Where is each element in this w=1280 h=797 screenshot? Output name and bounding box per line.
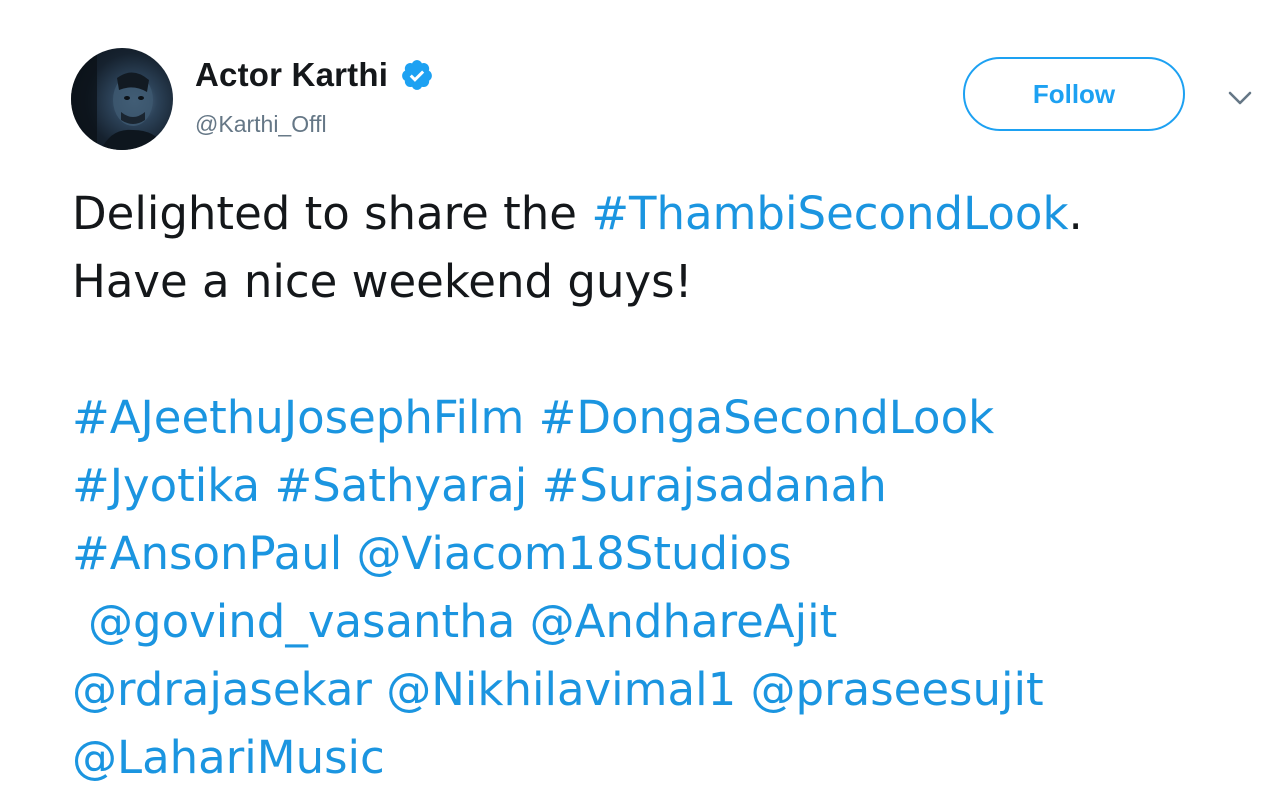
follow-button[interactable]: Follow [963,57,1185,131]
tweet-line: @govind_vasantha @AndhareAjit [72,588,1262,656]
hashtag-link[interactable]: #AJeethuJosephFilm [72,391,524,444]
tweet-card: Actor Karthi @Karthi_Offl Follow Delight… [0,0,1280,797]
mention-link[interactable]: @praseesujit [751,663,1044,716]
avatar[interactable] [71,48,173,150]
tweet-text-segment: . [1068,187,1083,240]
tweet-text-segment: Delighted to share the [72,187,592,240]
author-display-name[interactable]: Actor Karthi [195,56,388,94]
mention-link[interactable]: @rdrajasekar [72,663,372,716]
author-handle[interactable]: @Karthi_Offl [195,111,327,138]
tweet-line: Delighted to share the #ThambiSecondLook… [72,180,1262,248]
tweet-line: #AnsonPaul @Viacom18Studios [72,520,1262,588]
tweet-text: Delighted to share the #ThambiSecondLook… [72,180,1262,792]
verified-badge-icon [402,60,432,90]
hashtag-link[interactable]: #Surajsadanah [542,459,887,512]
chevron-down-icon[interactable] [1226,88,1254,108]
tweet-line: @rdrajasekar @Nikhilavimal1 @praseesujit [72,656,1262,724]
mention-link[interactable]: @govind_vasantha [88,595,515,648]
hashtag-link[interactable]: #Jyotika [72,459,260,512]
mention-link[interactable]: @AndhareAjit [530,595,838,648]
hashtag-link[interactable]: #Sathyaraj [274,459,527,512]
author-name-row: Actor Karthi [195,55,434,95]
tweet-line: #AJeethuJosephFilm #DongaSecondLook [72,384,1262,452]
hashtag-link[interactable]: #AnsonPaul [72,527,342,580]
tweet-line: Have a nice weekend guys! [72,248,1262,316]
mention-link[interactable]: @Nikhilavimal1 [386,663,736,716]
hashtag-link[interactable]: #DongaSecondLook [539,391,995,444]
tweet-line: #Jyotika #Sathyaraj #Surajsadanah [72,452,1262,520]
mention-link[interactable]: @Viacom18Studios [357,527,792,580]
tweet-text-segment: Have a nice weekend guys! [72,255,693,308]
mention-link[interactable]: @LahariMusic [72,731,385,784]
hashtag-link[interactable]: #ThambiSecondLook [591,187,1068,240]
tweet-line: @LahariMusic [72,724,1262,792]
